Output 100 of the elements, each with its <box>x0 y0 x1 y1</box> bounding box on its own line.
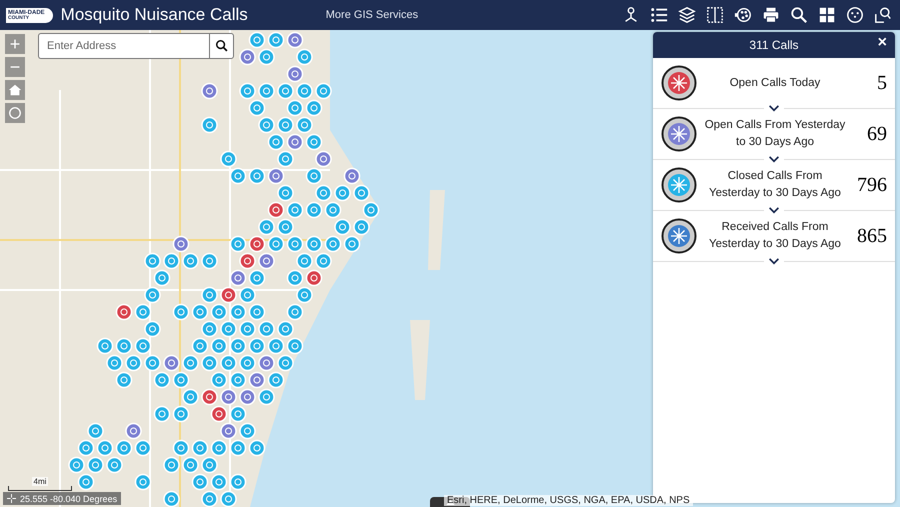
mosquito-marker-icon[interactable] <box>172 304 190 320</box>
mosquito-marker-icon[interactable] <box>116 304 132 320</box>
mosquito-marker-icon[interactable] <box>286 270 304 286</box>
search-button[interactable] <box>209 33 234 59</box>
mosquito-marker-icon[interactable] <box>353 218 370 236</box>
mosquito-marker-icon[interactable] <box>306 134 322 150</box>
mosquito-marker-icon[interactable] <box>286 304 304 320</box>
mosquito-marker-icon[interactable] <box>277 218 294 236</box>
mosquito-marker-icon[interactable] <box>220 286 237 304</box>
mosquito-marker-icon[interactable] <box>248 270 266 286</box>
mosquito-marker-icon[interactable] <box>306 270 322 286</box>
mosquito-marker-icon[interactable] <box>125 354 142 372</box>
mosquito-marker-icon[interactable] <box>220 422 237 440</box>
mosquito-marker-icon[interactable] <box>286 100 304 116</box>
mosquito-marker-icon[interactable] <box>334 218 351 236</box>
mosquito-marker-icon[interactable] <box>182 354 199 372</box>
mosquito-marker-icon[interactable] <box>134 440 152 456</box>
mosquito-marker-icon[interactable] <box>182 252 199 270</box>
mosquito-marker-icon[interactable] <box>201 354 218 372</box>
mosquito-marker-icon[interactable] <box>315 150 332 168</box>
mosquito-marker-icon[interactable] <box>154 270 170 286</box>
split-view-icon[interactable] <box>704 4 726 26</box>
mosquito-marker-icon[interactable] <box>277 116 294 134</box>
mosquito-marker-icon[interactable] <box>239 286 256 304</box>
mosquito-marker-icon[interactable] <box>134 304 152 320</box>
mosquito-marker-icon[interactable] <box>306 100 322 116</box>
mosquito-marker-icon[interactable] <box>78 474 94 490</box>
mosquito-marker-icon[interactable] <box>296 252 313 270</box>
mosquito-marker-icon[interactable] <box>248 372 266 388</box>
mosquito-marker-icon[interactable] <box>201 252 218 270</box>
mosquito-marker-icon[interactable] <box>172 406 190 422</box>
mosquito-marker-icon[interactable] <box>286 202 304 218</box>
mosquito-marker-icon[interactable] <box>78 440 94 456</box>
mosquito-marker-icon[interactable] <box>210 304 228 320</box>
mosquito-marker-icon[interactable] <box>116 372 132 388</box>
mosquito-marker-icon[interactable] <box>286 338 304 354</box>
mosquito-marker-icon[interactable] <box>268 134 284 150</box>
mosquito-marker-icon[interactable] <box>306 202 322 218</box>
mosquito-marker-icon[interactable] <box>201 388 218 406</box>
mosquito-marker-icon[interactable] <box>163 252 180 270</box>
mosquito-marker-icon[interactable] <box>248 168 266 184</box>
mosquito-marker-icon[interactable] <box>315 252 332 270</box>
more-services-link[interactable]: More GIS Services <box>326 9 418 21</box>
mosquito-marker-icon[interactable] <box>144 320 161 338</box>
mosquito-marker-icon[interactable] <box>258 48 275 66</box>
mosquito-marker-icon[interactable] <box>258 116 275 134</box>
mosquito-marker-icon[interactable] <box>172 236 190 252</box>
mosquito-marker-icon[interactable] <box>286 66 304 82</box>
mosquito-marker-icon[interactable] <box>334 184 351 202</box>
mosquito-marker-icon[interactable] <box>220 320 237 338</box>
mosquito-marker-icon[interactable] <box>324 236 342 252</box>
mosquito-marker-icon[interactable] <box>134 338 152 354</box>
mosquito-marker-icon[interactable] <box>96 338 114 354</box>
mosquito-marker-icon[interactable] <box>258 388 275 406</box>
mosquito-marker-icon[interactable] <box>220 150 237 168</box>
mosquito-marker-icon[interactable] <box>277 82 294 100</box>
mosquito-marker-icon[interactable] <box>220 354 237 372</box>
mosquito-marker-icon[interactable] <box>144 252 161 270</box>
mosquito-marker-icon[interactable] <box>306 168 322 184</box>
mosquito-marker-icon[interactable] <box>182 456 199 474</box>
mosquito-marker-icon[interactable] <box>106 456 123 474</box>
mosquito-marker-icon[interactable] <box>163 354 180 372</box>
mosquito-marker-icon[interactable] <box>144 354 161 372</box>
mosquito-marker-icon[interactable] <box>286 32 304 48</box>
mosquito-marker-icon[interactable] <box>192 304 208 320</box>
mosquito-marker-icon[interactable] <box>210 406 228 422</box>
mosquito-marker-icon[interactable] <box>268 168 284 184</box>
layers-icon[interactable] <box>676 4 698 26</box>
mosquito-marker-icon[interactable] <box>296 48 313 66</box>
mosquito-marker-icon[interactable] <box>239 320 256 338</box>
mosquito-marker-icon[interactable] <box>277 184 294 202</box>
mosquito-marker-icon[interactable] <box>239 422 256 440</box>
mosquito-marker-icon[interactable] <box>239 48 256 66</box>
mosquito-marker-icon[interactable] <box>315 82 332 100</box>
mosquito-marker-icon[interactable] <box>248 304 266 320</box>
mosquito-marker-icon[interactable] <box>192 338 208 354</box>
mosquito-marker-icon[interactable] <box>306 236 322 252</box>
mosquito-marker-icon[interactable] <box>154 406 170 422</box>
mosquito-marker-icon[interactable] <box>248 100 266 116</box>
mosquito-marker-icon[interactable] <box>172 372 190 388</box>
mosquito-marker-icon[interactable] <box>239 252 256 270</box>
mosquito-marker-icon[interactable] <box>163 490 180 507</box>
mosquito-marker-icon[interactable] <box>154 372 170 388</box>
home-button[interactable] <box>5 80 25 100</box>
mosquito-marker-icon[interactable] <box>286 236 304 252</box>
mosquito-marker-icon[interactable] <box>68 456 85 474</box>
mosquito-marker-icon[interactable] <box>134 474 152 490</box>
mosquito-marker-icon[interactable] <box>258 82 275 100</box>
mosquito-marker-icon[interactable] <box>163 456 180 474</box>
mosquito-marker-icon[interactable] <box>277 150 294 168</box>
mosquito-marker-icon[interactable] <box>258 354 275 372</box>
mosquito-marker-icon[interactable] <box>201 320 218 338</box>
mosquito-marker-icon[interactable] <box>362 202 380 218</box>
mosquito-marker-icon[interactable] <box>296 82 313 100</box>
mosquito-marker-icon[interactable] <box>210 474 228 490</box>
mosquito-marker-icon[interactable] <box>268 236 284 252</box>
mosquito-marker-icon[interactable] <box>96 440 114 456</box>
mosquito-marker-icon[interactable] <box>268 372 284 388</box>
mosquito-marker-icon[interactable] <box>268 338 284 354</box>
mosquito-marker-icon[interactable] <box>106 354 123 372</box>
